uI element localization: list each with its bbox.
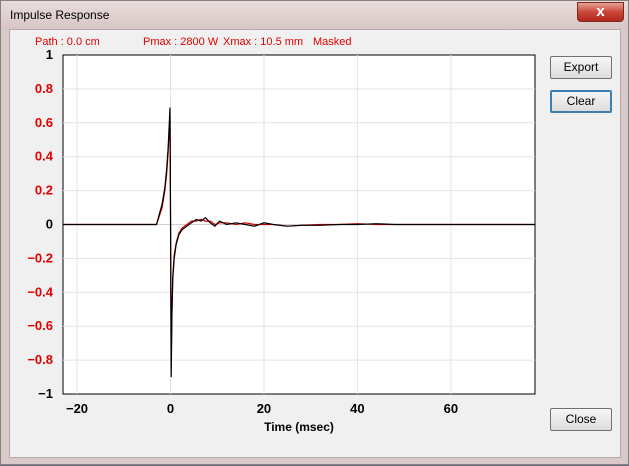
- y-tick-label: 0.4: [35, 149, 54, 164]
- x-axis-label: Time (msec): [264, 420, 334, 434]
- y-tick-label: −0.4: [27, 284, 53, 299]
- export-button[interactable]: Export: [550, 56, 612, 79]
- y-tick-label: −0.6: [27, 318, 53, 333]
- x-tick-label: 40: [350, 401, 364, 416]
- impulse-response-window: Impulse Response x Path : 0.0 cm Pmax : …: [0, 0, 629, 465]
- y-tick-label: −1: [38, 386, 53, 401]
- y-tick-label: 0: [46, 217, 53, 232]
- x-tick-label: 0: [167, 401, 174, 416]
- y-tick-label: 1: [46, 47, 53, 62]
- close-button-label: Close: [565, 412, 597, 426]
- x-tick-label: 60: [444, 401, 458, 416]
- y-tick-label: 0.6: [35, 115, 53, 130]
- close-button[interactable]: Close: [550, 408, 612, 431]
- y-tick-label: 0.2: [35, 183, 53, 198]
- clear-button-label: Clear: [566, 94, 596, 108]
- y-axis-tick-labels: 1 0.8 0.6 0.4 0.2 0 −0.2 −0.4 −0.6 −0.8 −1: [27, 47, 53, 401]
- impulse-response-chart: 1 0.8 0.6 0.4 0.2 0 −0.2 −0.4 −0.6 −0.8 −1 −20 0 20 4…: [27, 47, 536, 434]
- y-tick-label: 0.8: [35, 81, 53, 96]
- x-tick-label: 20: [257, 401, 271, 416]
- x-axis-tick-labels: −20 0 20 40 60: [66, 401, 458, 416]
- clear-button[interactable]: Clear: [550, 90, 612, 113]
- export-button-label: Export: [563, 60, 599, 74]
- y-tick-label: −0.8: [27, 352, 53, 367]
- y-tick-label: −0.2: [27, 250, 53, 265]
- x-tick-label: −20: [66, 401, 88, 416]
